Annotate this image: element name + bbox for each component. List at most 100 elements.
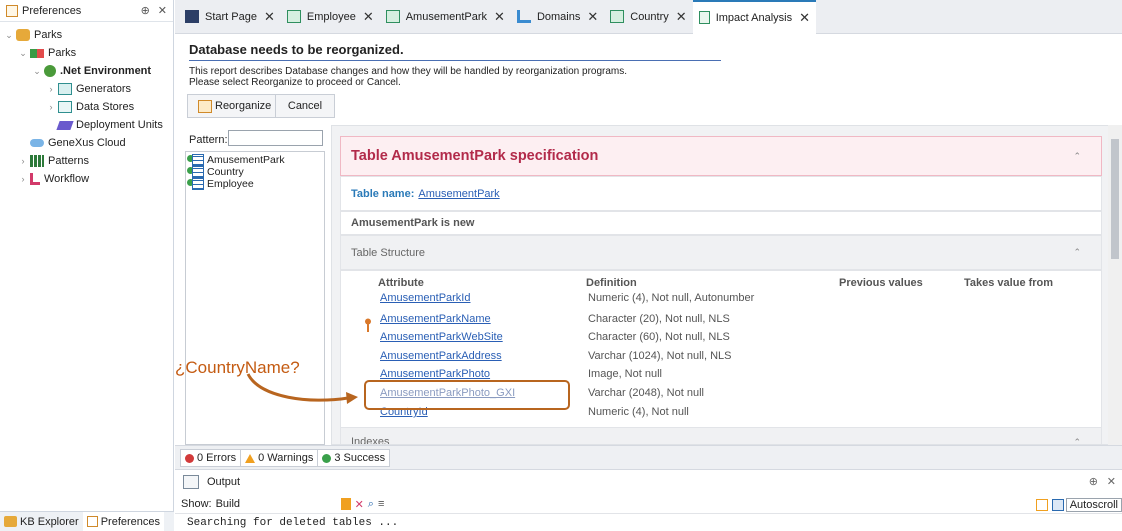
preferences-panel-header: Preferences ⊕ ✕ <box>0 0 173 22</box>
table-new-text: AmusementPark is new <box>351 217 475 229</box>
chevron-right-icon[interactable]: › <box>46 102 56 112</box>
tree-node-parks-kb[interactable]: ⌄ Parks <box>0 26 173 44</box>
tab-amusementpark[interactable]: AmusementPark ✕ <box>380 0 511 34</box>
tree-node-generators[interactable]: › Generators <box>0 80 173 98</box>
collapse-icon[interactable]: ⌃ <box>1073 247 1081 258</box>
patterns-icon <box>30 155 44 167</box>
pin-icon[interactable]: ⊕ <box>141 4 150 17</box>
tree-node-genexus-cloud[interactable]: GeneXus Cloud <box>0 134 173 152</box>
preferences-icon <box>6 4 18 17</box>
attribute-link[interactable]: AmusementParkPhoto <box>380 368 490 380</box>
close-icon[interactable]: ✕ <box>1107 475 1116 488</box>
tab-employee[interactable]: Employee ✕ <box>281 0 380 34</box>
table-structure-label: Table Structure <box>351 246 425 259</box>
table-name-link[interactable]: AmusementPark <box>418 188 499 200</box>
data-stores-icon <box>58 101 72 113</box>
list-item[interactable]: AmusementPark <box>186 154 324 166</box>
column-header-previous-values: Previous values <box>839 277 923 289</box>
chevron-right-icon[interactable]: › <box>18 174 28 184</box>
tab-impact-analysis[interactable]: Impact Analysis ✕ <box>692 0 817 34</box>
report-description: This report describes Database changes a… <box>189 66 627 88</box>
document-tabs: Start Page ✕ Employee ✕ AmusementPark ✕ … <box>175 0 1122 34</box>
object-name: AmusementPark <box>207 154 285 166</box>
attribute-definition: Character (60), Not null, NLS <box>588 331 730 343</box>
tab-label: Impact Analysis <box>715 11 793 24</box>
table-check-icon <box>187 178 204 190</box>
autoscroll-toggle[interactable]: Autoscroll <box>1035 497 1122 513</box>
close-icon[interactable]: ✕ <box>676 9 687 25</box>
wrap-icon[interactable]: ≡ <box>378 498 384 510</box>
scrollbar-thumb[interactable] <box>1111 139 1119 259</box>
tree-node-workflow[interactable]: › Workflow <box>0 170 173 188</box>
tree-node-label: Parks <box>48 47 77 59</box>
attribute-definition: Character (20), Not null, NLS <box>588 313 730 325</box>
tree-node-label: GeneXus Cloud <box>48 137 126 149</box>
close-icon[interactable]: ✕ <box>799 10 810 26</box>
title-divider <box>189 60 721 61</box>
cancel-button[interactable]: Cancel <box>275 94 335 118</box>
tree-node-net-environment[interactable]: ⌄ .Net Environment <box>0 62 173 80</box>
tree-node-patterns[interactable]: › Patterns <box>0 152 173 170</box>
preferences-panel: Preferences ⊕ ✕ ⌄ Parks ⌄ Parks ⌄ .Net E… <box>0 0 174 531</box>
close-icon[interactable]: ✕ <box>494 9 505 25</box>
attribute-link[interactable]: AmusementParkId <box>380 292 470 304</box>
tree-node-data-stores[interactable]: › Data Stores <box>0 98 173 116</box>
output-toolbar: Show: Build ✕ ⌕ ≡ <box>175 495 1122 513</box>
indexes-header[interactable]: Indexes ⌃ <box>340 427 1102 445</box>
workflow-icon <box>30 173 40 185</box>
pin-icon[interactable]: ⊕ <box>1089 475 1098 488</box>
column-header-takes-value-from: Takes value from <box>964 277 1054 289</box>
attribute-link[interactable]: AmusementParkAddress <box>380 350 502 362</box>
tree-node-deployment-units[interactable]: Deployment Units <box>0 116 173 134</box>
tab-country[interactable]: Country ✕ <box>604 0 692 34</box>
tab-start-page[interactable]: Start Page ✕ <box>179 0 281 34</box>
show-select-value: Build <box>215 498 241 510</box>
attribute-link[interactable]: AmusementParkWebSite <box>380 331 503 343</box>
layout-icon <box>1035 499 1048 511</box>
warnings-label: 0 Warnings <box>258 452 314 464</box>
collapse-icon[interactable]: ⌃ <box>1073 151 1081 162</box>
pattern-input[interactable] <box>228 130 323 146</box>
chevron-down-icon[interactable]: ⌄ <box>4 30 14 41</box>
warnings-count[interactable]: 0 Warnings <box>241 450 319 466</box>
find-icon[interactable]: ⌕ <box>368 498 374 511</box>
preferences-tree: ⌄ Parks ⌄ Parks ⌄ .Net Environment › Gen… <box>0 22 173 188</box>
tab-label: Start Page <box>205 10 257 23</box>
preferences-icon <box>86 516 98 527</box>
success-icon <box>322 453 332 463</box>
attribute-definition: Varchar (2048), Not null <box>588 387 704 399</box>
autoscroll-label: Autoscroll <box>1065 498 1122 512</box>
table-structure-header[interactable]: Table Structure ⌃ <box>340 235 1102 270</box>
tab-domains[interactable]: Domains ✕ <box>511 0 604 34</box>
transaction-icon <box>385 10 400 23</box>
primary-key-icon <box>364 318 372 332</box>
collapse-icon[interactable]: ⌃ <box>1073 437 1081 445</box>
domains-icon <box>516 10 531 23</box>
attribute-link[interactable]: AmusementParkName <box>380 313 491 325</box>
transaction-icon <box>610 10 625 23</box>
close-icon[interactable]: ✕ <box>587 9 598 25</box>
close-icon[interactable]: ✕ <box>264 9 275 25</box>
attribute-definition: Numeric (4), Not null <box>588 406 689 418</box>
kb-explorer-tab[interactable]: KB Explorer <box>0 512 83 531</box>
column-header-attribute: Attribute <box>378 277 424 289</box>
chevron-right-icon[interactable]: › <box>18 156 28 166</box>
analysis-summary: 0 Errors 0 Warnings 3 Success <box>180 449 391 467</box>
chevron-down-icon[interactable] <box>340 498 351 510</box>
show-select[interactable]: Build <box>216 496 351 512</box>
success-count[interactable]: 3 Success <box>318 450 389 466</box>
reorganize-button[interactable]: Reorganize <box>187 94 283 118</box>
report-scrollbar[interactable] <box>1108 125 1122 445</box>
tree-node-parks-env[interactable]: ⌄ Parks <box>0 44 173 62</box>
close-icon[interactable]: ✕ <box>158 4 167 17</box>
chevron-down-icon[interactable]: ⌄ <box>18 48 28 59</box>
clear-icon[interactable]: ✕ <box>355 498 364 511</box>
list-item[interactable]: Employee <box>186 178 324 190</box>
preferences-footer-tab[interactable]: Preferences <box>82 511 165 531</box>
close-icon[interactable]: ✕ <box>363 9 374 25</box>
chevron-down-icon[interactable]: ⌄ <box>32 66 42 77</box>
list-item[interactable]: Country <box>186 166 324 178</box>
chevron-right-icon[interactable]: › <box>46 84 56 94</box>
object-name: Country <box>207 166 244 178</box>
errors-count[interactable]: 0 Errors <box>181 450 242 466</box>
